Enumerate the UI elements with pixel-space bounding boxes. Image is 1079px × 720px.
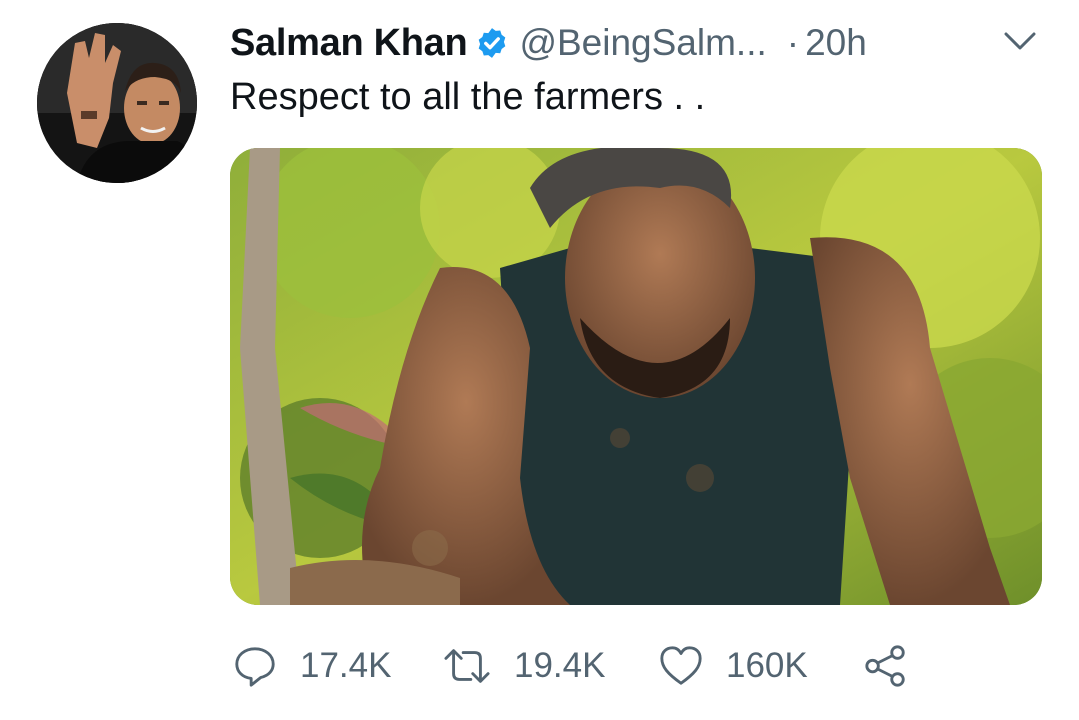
share-button[interactable] [863,643,909,689]
user-handle[interactable]: @BeingSalm... [519,22,766,64]
retweet-icon [442,643,492,689]
chevron-down-icon[interactable] [1000,26,1040,56]
heart-icon [658,643,704,689]
tweet-actions: 17.4K 19.4K 160K [232,638,909,694]
reply-icon [232,643,278,689]
tweet-text: Respect to all the farmers . . [230,76,706,118]
verified-badge-icon [475,26,509,60]
like-count: 160K [726,646,808,685]
avatar[interactable] [37,23,197,183]
display-name[interactable]: Salman Khan [230,22,468,65]
like-button[interactable]: 160K [658,643,863,689]
tweet-card[interactable]: Salman Khan @BeingSalm... · 20h Respect … [0,0,1079,720]
tweet-media-image[interactable] [230,148,1042,605]
retweet-button[interactable]: 19.4K [442,643,658,689]
reply-button[interactable]: 17.4K [232,643,442,689]
share-icon [863,643,909,689]
tweet-header: Salman Khan @BeingSalm... · 20h [230,16,867,70]
separator-dot: · [786,22,800,63]
reply-count: 17.4K [300,646,392,685]
tweet-timestamp[interactable]: 20h [805,22,867,64]
retweet-count: 19.4K [514,646,606,685]
